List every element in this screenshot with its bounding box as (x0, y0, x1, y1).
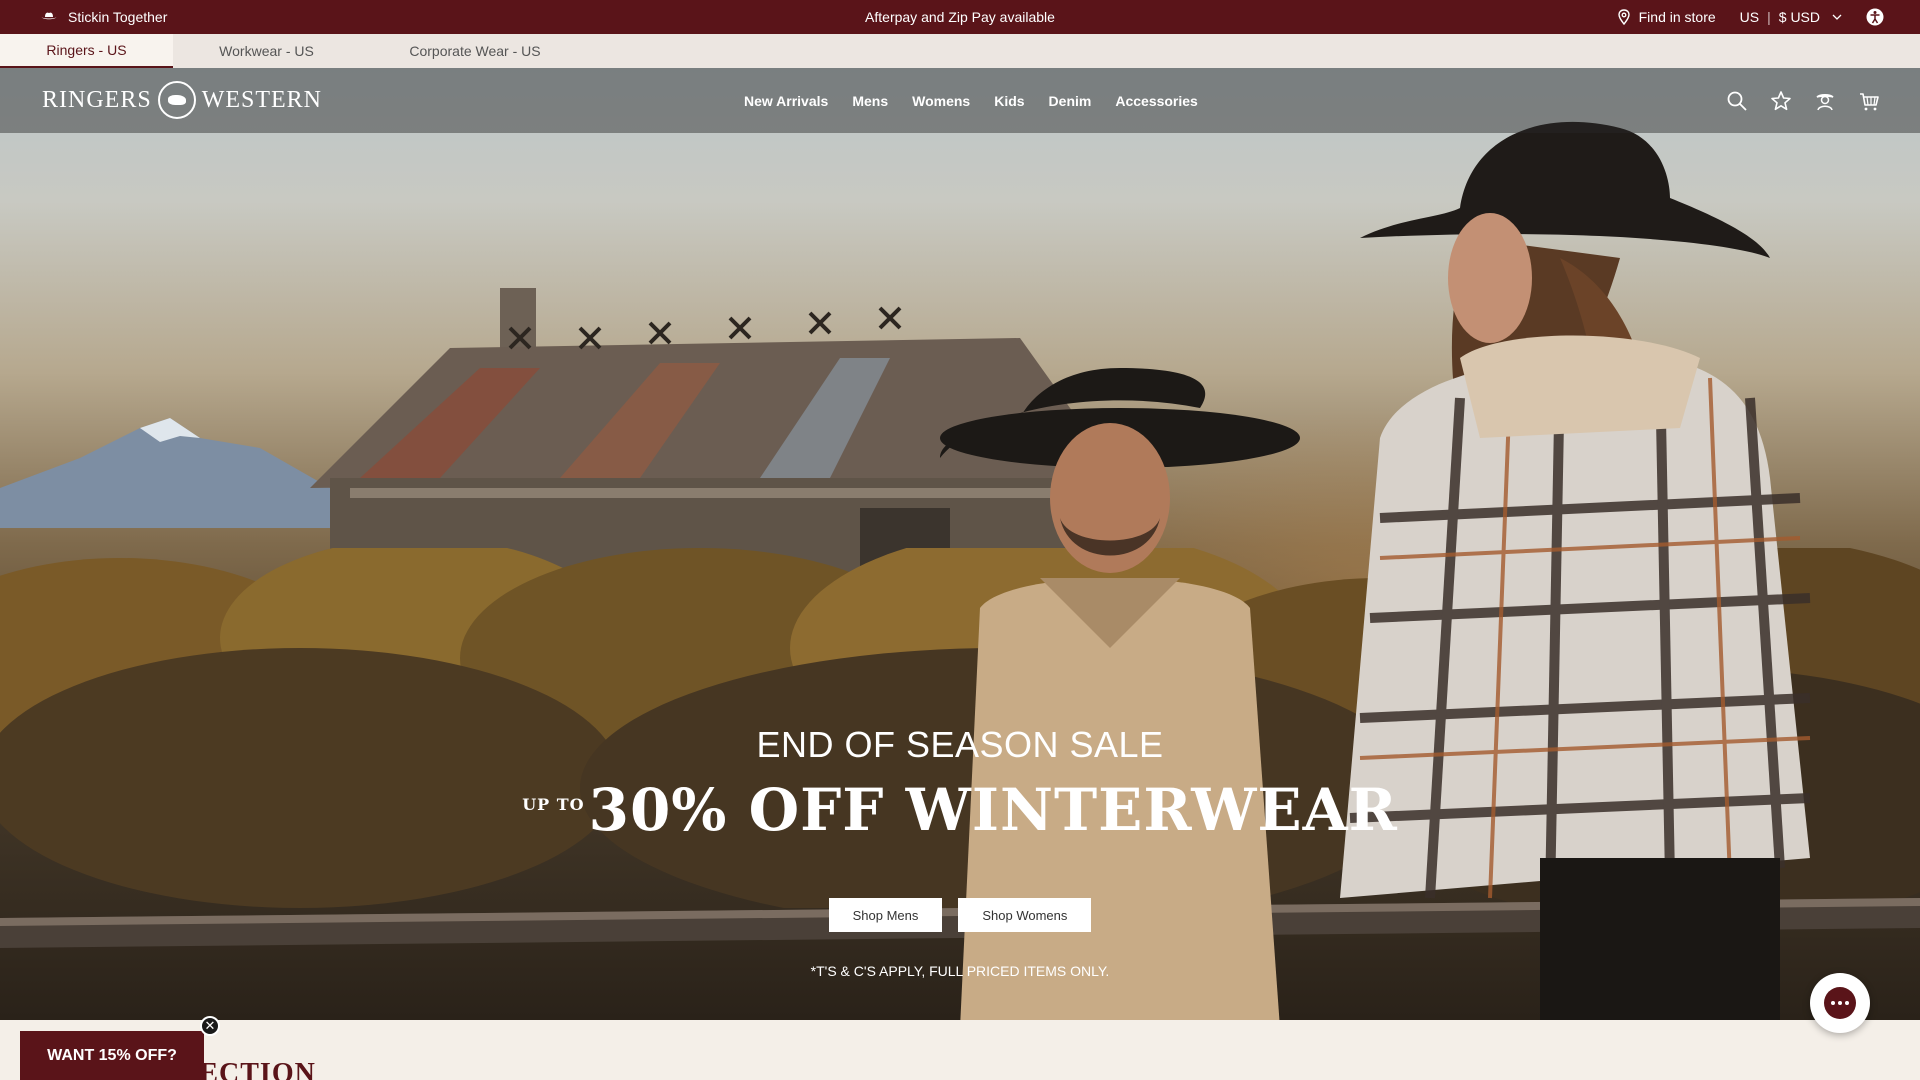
tab-workwear-us[interactable]: Workwear - US (173, 34, 360, 68)
hero-headline: UP TO30% OFF WINTERWEAR (0, 776, 1920, 844)
header-icons (1726, 68, 1880, 133)
currency-label: $ USD (1778, 9, 1820, 25)
search-icon[interactable] (1726, 90, 1748, 112)
close-icon[interactable]: ✕ (200, 1016, 220, 1036)
star-icon[interactable] (1770, 90, 1792, 112)
chevron-down-icon (1832, 14, 1842, 20)
hero-headline-text: 30% OFF WINTERWEAR (588, 776, 1398, 844)
currency-selector[interactable]: US | $ USD (1740, 9, 1842, 25)
hero-terms: *T'S & C'S APPLY, FULL PRICED ITEMS ONLY… (810, 963, 1110, 979)
woman-figure (1340, 121, 1811, 1020)
nav-item-womens[interactable]: Womens (912, 93, 970, 109)
cart-icon[interactable] (1858, 90, 1880, 112)
primary-nav: New Arrivals Mens Womens Kids Denim Acce… (744, 68, 1198, 133)
announcement-bar: Stickin Together Afterpay and Zip Pay av… (0, 0, 1920, 34)
announcement-left-text[interactable]: Stickin Together (68, 9, 167, 25)
logo-text-right: WESTERN (201, 86, 323, 113)
chat-button[interactable] (1810, 973, 1870, 1033)
nav-item-mens[interactable]: Mens (852, 93, 888, 109)
divider: | (1767, 9, 1771, 25)
main-header: RINGERS WESTERN New Arrivals Mens Womens… (0, 68, 1920, 133)
logo-emblem-icon (157, 81, 196, 119)
nav-item-accessories[interactable]: Accessories (1115, 93, 1198, 109)
nav-item-kids[interactable]: Kids (994, 93, 1024, 109)
account-icon[interactable] (1814, 90, 1836, 112)
announcement-center-text: Afterpay and Zip Pay available (865, 9, 1055, 25)
hero-upto-label: UP TO (522, 795, 585, 814)
tab-corporate-wear-us[interactable]: Corporate Wear - US (360, 34, 590, 68)
find-in-store-link[interactable]: Find in store (1617, 9, 1716, 25)
brand-tabs: Ringers - US Workwear - US Corporate Wea… (0, 34, 1920, 68)
logo-text-left: RINGERS (42, 86, 152, 113)
find-in-store-label: Find in store (1638, 9, 1716, 25)
cowboy-hat-icon (41, 12, 57, 20)
site-logo[interactable]: RINGERS WESTERN (42, 81, 322, 119)
shop-womens-button[interactable]: Shop Womens (958, 898, 1092, 932)
hero-banner[interactable] (0, 68, 1920, 1020)
country-label: US (1739, 9, 1760, 25)
shop-mens-button[interactable]: Shop Mens (828, 898, 943, 932)
hero-cta-group: Shop Mens Shop Womens (0, 898, 1920, 932)
accessibility-icon[interactable] (1866, 8, 1884, 26)
location-pin-icon (1617, 9, 1630, 25)
nav-item-denim[interactable]: Denim (1049, 93, 1092, 109)
hero-subtitle: END OF SEASON SALE (756, 724, 1164, 765)
announcement-left[interactable]: Stickin Together (40, 0, 167, 34)
chat-bubble-icon (1824, 987, 1856, 1019)
nav-item-new-arrivals[interactable]: New Arrivals (744, 93, 828, 109)
discount-popup-button[interactable]: WANT 15% OFF? (20, 1031, 204, 1080)
tab-ringers-us[interactable]: Ringers - US (0, 34, 173, 68)
